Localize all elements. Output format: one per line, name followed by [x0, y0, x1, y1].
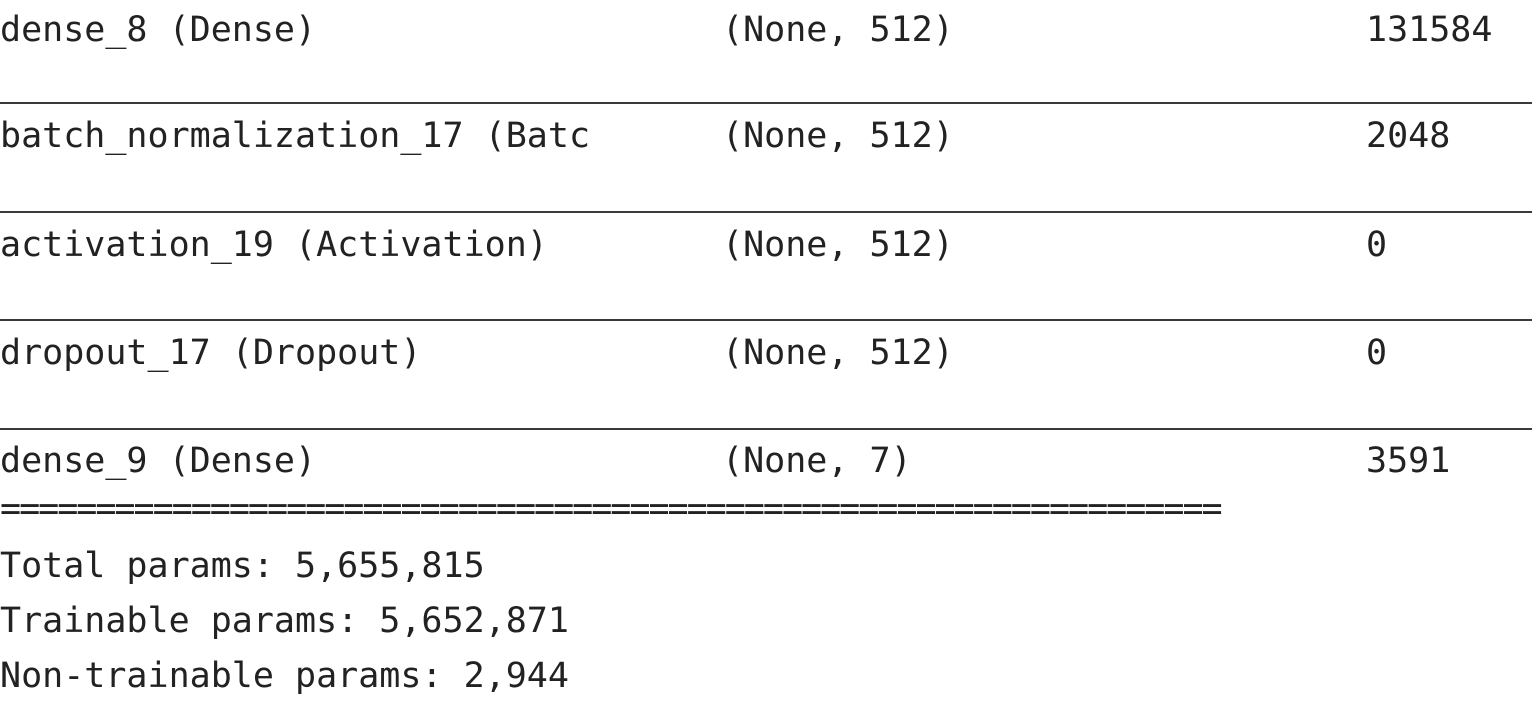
row-divider	[0, 319, 1532, 321]
layer-name: activation_19 (Activation)	[0, 225, 548, 265]
layer-name: dense_8 (Dense)	[0, 10, 317, 50]
layer-param-count: 2048	[1366, 116, 1451, 156]
model-summary-output: dense_8 (Dense) (None, 512) 131584 batch…	[0, 0, 1532, 704]
layer-row-activation-19: activation_19 (Activation) (None, 512) 0	[0, 215, 1532, 275]
trainable-params: Trainable params: 5,652,871	[0, 601, 569, 641]
layer-output-shape: (None, 512)	[722, 10, 954, 50]
layer-output-shape: (None, 512)	[722, 333, 954, 373]
layer-name: dense_9 (Dense)	[0, 441, 317, 481]
layer-row-batch-normalization-17: batch_normalization_17 (Batc (None, 512)…	[0, 106, 1532, 166]
row-divider	[0, 211, 1532, 213]
layer-name: batch_normalization_17 (Batc	[0, 116, 591, 156]
layer-output-shape: (None, 7)	[722, 441, 912, 481]
layer-param-count: 131584	[1366, 10, 1493, 50]
row-divider	[0, 428, 1532, 430]
layer-param-count: 0	[1366, 225, 1388, 265]
summary-separator: ========================================…	[0, 492, 1223, 526]
layer-param-count: 3591	[1366, 441, 1451, 481]
layer-row-dropout-17: dropout_17 (Dropout) (None, 512) 0	[0, 323, 1532, 383]
non-trainable-params: Non-trainable params: 2,944	[0, 656, 569, 696]
layer-row-dense-9: dense_9 (Dense) (None, 7) 3591	[0, 431, 1532, 491]
layer-name: dropout_17 (Dropout)	[0, 333, 422, 373]
total-params: Total params: 5,655,815	[0, 546, 485, 586]
row-divider	[0, 102, 1532, 104]
layer-output-shape: (None, 512)	[722, 225, 954, 265]
layer-row-dense-8: dense_8 (Dense) (None, 512) 131584	[0, 0, 1532, 60]
layer-output-shape: (None, 512)	[722, 116, 954, 156]
layer-param-count: 0	[1366, 333, 1388, 373]
